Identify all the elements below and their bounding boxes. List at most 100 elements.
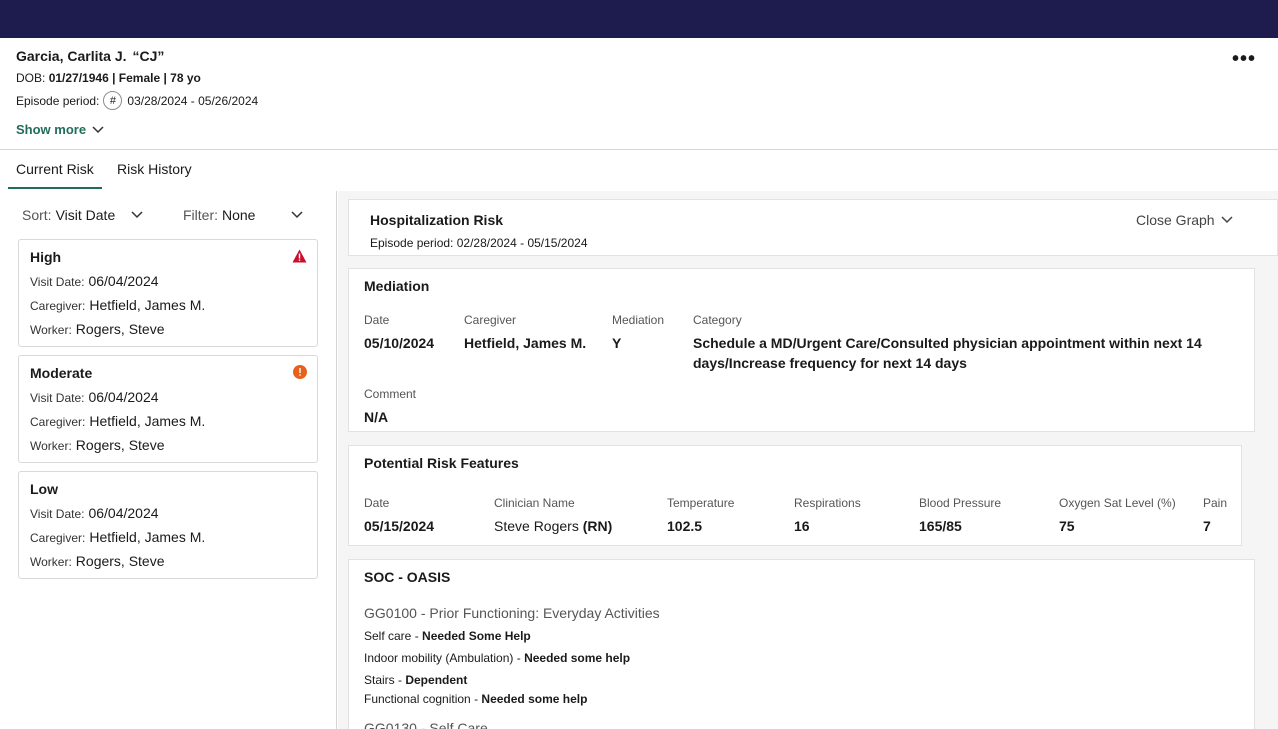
- caregiver-value: Hetfield, James M.: [89, 529, 206, 545]
- field-label: Blood Pressure: [919, 496, 1002, 510]
- tab-risk-history[interactable]: Risk History: [117, 161, 192, 187]
- hospitalization-risk-header: Hospitalization Risk Episode period: 02/…: [348, 199, 1278, 256]
- visit-date-label: Visit Date:: [30, 391, 85, 405]
- warning-triangle-icon: [292, 249, 307, 263]
- tab-current-risk[interactable]: Current Risk: [8, 161, 102, 189]
- visit-date-value: 06/04/2024: [88, 389, 159, 405]
- risk-list-panel: Sort: Visit Date Filter: None High Visit…: [0, 191, 337, 729]
- visit-date-label: Visit Date:: [30, 507, 85, 521]
- field-label: Comment: [364, 387, 417, 401]
- oasis-title: SOC - OASIS: [364, 569, 451, 585]
- mediation-date: Date 05/10/2024: [364, 313, 434, 353]
- oasis-item-label: Functional cognition -: [364, 692, 482, 706]
- field-label: Clinician Name: [494, 496, 575, 510]
- filter-dropdown[interactable]: Filter: None: [183, 207, 303, 223]
- caregiver-value: Hetfield, James M.: [89, 413, 206, 429]
- field-label: Date: [364, 313, 390, 327]
- worker: Worker: Rogers, Steve: [30, 437, 165, 453]
- caregiver-label: Caregiver:: [30, 415, 86, 429]
- tab-bar: Current Risk Risk History: [0, 151, 1278, 191]
- visit-date-label: Visit Date:: [30, 275, 85, 289]
- field-value: 05/10/2024: [364, 335, 435, 351]
- hash-icon[interactable]: #: [103, 91, 123, 110]
- chevron-down-icon: [1221, 216, 1233, 224]
- oasis-group-title: GG0130 - Self Care: [364, 720, 488, 729]
- worker: Worker: Rogers, Steve: [30, 553, 165, 569]
- clinician-role: (RN): [582, 518, 613, 534]
- patient-nickname: “CJ”: [132, 48, 165, 64]
- oasis-item-value: Needed some help: [524, 651, 631, 665]
- worker: Worker: Rogers, Steve: [30, 321, 165, 337]
- field-label: Pain: [1203, 496, 1228, 510]
- episode-label: Episode period:: [16, 93, 100, 108]
- sort-dropdown[interactable]: Sort: Visit Date: [22, 207, 143, 223]
- feature-temperature: Temperature 102.5: [667, 496, 734, 536]
- oasis-item: Stairs - Dependent: [364, 673, 467, 687]
- risk-features-title: Potential Risk Features: [364, 455, 519, 471]
- feature-clinician: Clinician Name Steve Rogers (RN): [494, 496, 612, 536]
- oasis-item: Functional cognition - Needed some help: [364, 692, 587, 706]
- feature-date: Date 05/15/2024: [364, 496, 434, 536]
- episode-value: 03/28/2024 - 05/26/2024: [127, 93, 259, 108]
- caregiver: Caregiver: Hetfield, James M.: [30, 529, 205, 545]
- mediation-caregiver: Caregiver Hetfield, James M.: [464, 313, 586, 353]
- oasis-item-value: Needed Some Help: [422, 629, 531, 643]
- oasis-item-label: Indoor mobility (Ambulation) -: [364, 651, 525, 665]
- caregiver-value: Hetfield, James M.: [89, 297, 206, 313]
- mediation-title: Mediation: [364, 278, 430, 294]
- feature-blood-pressure: Blood Pressure 165/85: [919, 496, 1001, 536]
- show-more-button[interactable]: Show more: [16, 122, 104, 137]
- visit-date: Visit Date: 06/04/2024: [30, 273, 159, 289]
- field-value: 75: [1059, 518, 1075, 534]
- field-value: Schedule a MD/Urgent Care/Consulted phys…: [693, 335, 1202, 371]
- field-label: Temperature: [667, 496, 735, 510]
- risk-level: High: [30, 249, 62, 265]
- risk-card-low[interactable]: Low Visit Date: 06/04/2024 Caregiver: Hetf…: [18, 471, 318, 579]
- chevron-down-icon: [291, 211, 303, 219]
- mediation-section: Mediation Date 05/10/2024 Caregiver Hetf…: [348, 268, 1255, 432]
- chevron-down-icon: [131, 211, 143, 219]
- visit-date-value: 06/04/2024: [88, 273, 159, 289]
- field-value: Y: [612, 335, 622, 351]
- dob-value: 01/27/1946 | Female | 78 yo: [48, 71, 201, 85]
- risk-level: Moderate: [30, 365, 93, 381]
- oasis-item: Indoor mobility (Ambulation) - Needed so…: [364, 651, 630, 665]
- oasis-item: Self care - Needed Some Help: [364, 629, 531, 643]
- risk-level: Low: [30, 481, 58, 497]
- clinician-name: Steve Rogers: [494, 518, 579, 534]
- more-options-icon[interactable]: •••: [1232, 49, 1256, 69]
- field-value: 7: [1203, 518, 1211, 534]
- field-value: 102.5: [667, 518, 703, 534]
- field-value: Steve Rogers (RN): [494, 516, 612, 536]
- worker-value: Rogers, Steve: [75, 553, 165, 569]
- show-more-label: Show more: [16, 122, 87, 137]
- soc-oasis-section: SOC - OASIS GG0100 - Prior Functioning: …: [348, 559, 1255, 729]
- close-graph-label: Close Graph: [1136, 212, 1215, 228]
- risk-card-moderate[interactable]: Moderate Visit Date: 06/04/2024 Caregiver…: [18, 355, 318, 463]
- patient-name-text: Garcia, Carlita J.: [16, 48, 127, 64]
- risk-card-high[interactable]: High Visit Date: 06/04/2024 Caregiver: Het…: [18, 239, 318, 347]
- hospitalization-risk-title: Hospitalization Risk: [370, 212, 504, 228]
- patient-name: Garcia, Carlita J. “CJ”: [16, 48, 164, 64]
- oasis-item-label: Stairs -: [364, 673, 406, 687]
- caregiver-label: Caregiver:: [30, 299, 86, 313]
- chevron-down-icon: [92, 125, 104, 133]
- field-label: Category: [693, 313, 742, 327]
- graph-episode-period: Episode period: 02/28/2024 - 05/15/2024: [370, 236, 588, 250]
- field-label: Respirations: [794, 496, 861, 510]
- oasis-group-title: GG0100 - Prior Functioning: Everyday Act…: [364, 605, 660, 621]
- potential-risk-features-section: Potential Risk Features Date 05/15/2024 …: [348, 445, 1242, 546]
- field-label: Mediation: [612, 313, 665, 327]
- oasis-item-value: Dependent: [405, 673, 468, 687]
- risk-detail-panel: Hospitalization Risk Episode period: 02/…: [338, 191, 1278, 729]
- sort-value: Visit Date: [55, 207, 116, 223]
- dob-label: DOB:: [16, 71, 46, 85]
- visit-date: Visit Date: 06/04/2024: [30, 389, 159, 405]
- oasis-item-value: Needed some help: [481, 692, 588, 706]
- worker-label: Worker:: [30, 439, 72, 453]
- visit-date: Visit Date: 06/04/2024: [30, 505, 159, 521]
- worker-label: Worker:: [30, 323, 72, 337]
- mediation-category: Category Schedule a MD/Urgent Care/Consu…: [693, 313, 1213, 373]
- close-graph-button[interactable]: Close Graph: [1136, 212, 1233, 228]
- field-label: Caregiver: [464, 313, 517, 327]
